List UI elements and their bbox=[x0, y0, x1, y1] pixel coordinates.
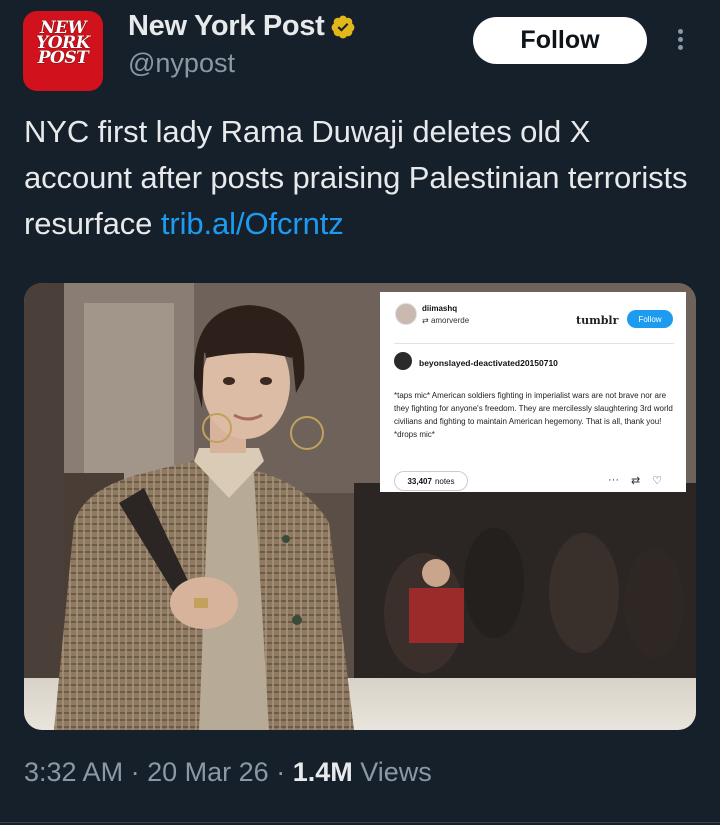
tumblr-follow-button: Follow bbox=[627, 310, 673, 328]
meta-separator: · bbox=[130, 757, 140, 787]
account-handle[interactable]: @nypost bbox=[128, 48, 235, 79]
tumblr-author-name: beyonslayed-deactivated20150710 bbox=[419, 358, 558, 368]
meta-separator: · bbox=[276, 757, 286, 787]
tumblr-notes-count: 33,407 notes bbox=[394, 471, 468, 491]
tumblr-blog-name: diimashq bbox=[422, 304, 458, 313]
follow-button[interactable]: Follow bbox=[473, 17, 647, 64]
tumblr-heart-icon: ♡ bbox=[652, 475, 663, 487]
tweet-time[interactable]: 3:32 AM bbox=[24, 757, 123, 787]
tweet-link[interactable]: trib.al/Ofcrntz bbox=[161, 206, 344, 241]
tweet-meta: 3:32 AM · 20 Mar 26 · 1.4M Views bbox=[24, 757, 432, 788]
embedded-tumblr-post: diimashq ⇄ amorverde tumblr Follow beyon… bbox=[380, 292, 686, 492]
verified-badge-icon bbox=[332, 15, 355, 38]
account-avatar[interactable]: NEW YORK POST bbox=[23, 11, 103, 91]
tumblr-reblog-icon: ⇄ bbox=[631, 475, 641, 487]
views-label: Views bbox=[360, 757, 432, 787]
tumblr-reblog-source: ⇄ amorverde bbox=[422, 316, 470, 325]
tumblr-actions: ··· ⇄ ♡ bbox=[608, 474, 662, 487]
tweet-body: NYC first lady Rama Duwaji deletes old X… bbox=[24, 114, 688, 241]
more-options-icon[interactable] bbox=[672, 26, 688, 58]
tweet-media-image[interactable]: diimashq ⇄ amorverde tumblr Follow beyon… bbox=[24, 283, 696, 730]
tumblr-divider bbox=[394, 343, 674, 344]
tumblr-more-icon: ··· bbox=[608, 474, 619, 486]
tweet-text: NYC first lady Rama Duwaji deletes old X… bbox=[24, 109, 704, 247]
tumblr-post-body: *taps mic* American soldiers fighting in… bbox=[394, 391, 673, 439]
views-count: 1.4M bbox=[292, 757, 353, 787]
tumblr-logo: tumblr bbox=[576, 314, 619, 327]
tumblr-author-avatar bbox=[394, 352, 412, 370]
tweet-date[interactable]: 20 Mar 26 bbox=[147, 757, 269, 787]
tweet-header: NEW YORK POST New York Post @nypost Foll… bbox=[0, 0, 720, 100]
nypost-logo: NEW YORK POST bbox=[36, 18, 90, 68]
tumblr-blog-avatar bbox=[395, 303, 417, 325]
bottom-divider bbox=[0, 822, 720, 823]
account-name[interactable]: New York Post bbox=[128, 10, 325, 43]
